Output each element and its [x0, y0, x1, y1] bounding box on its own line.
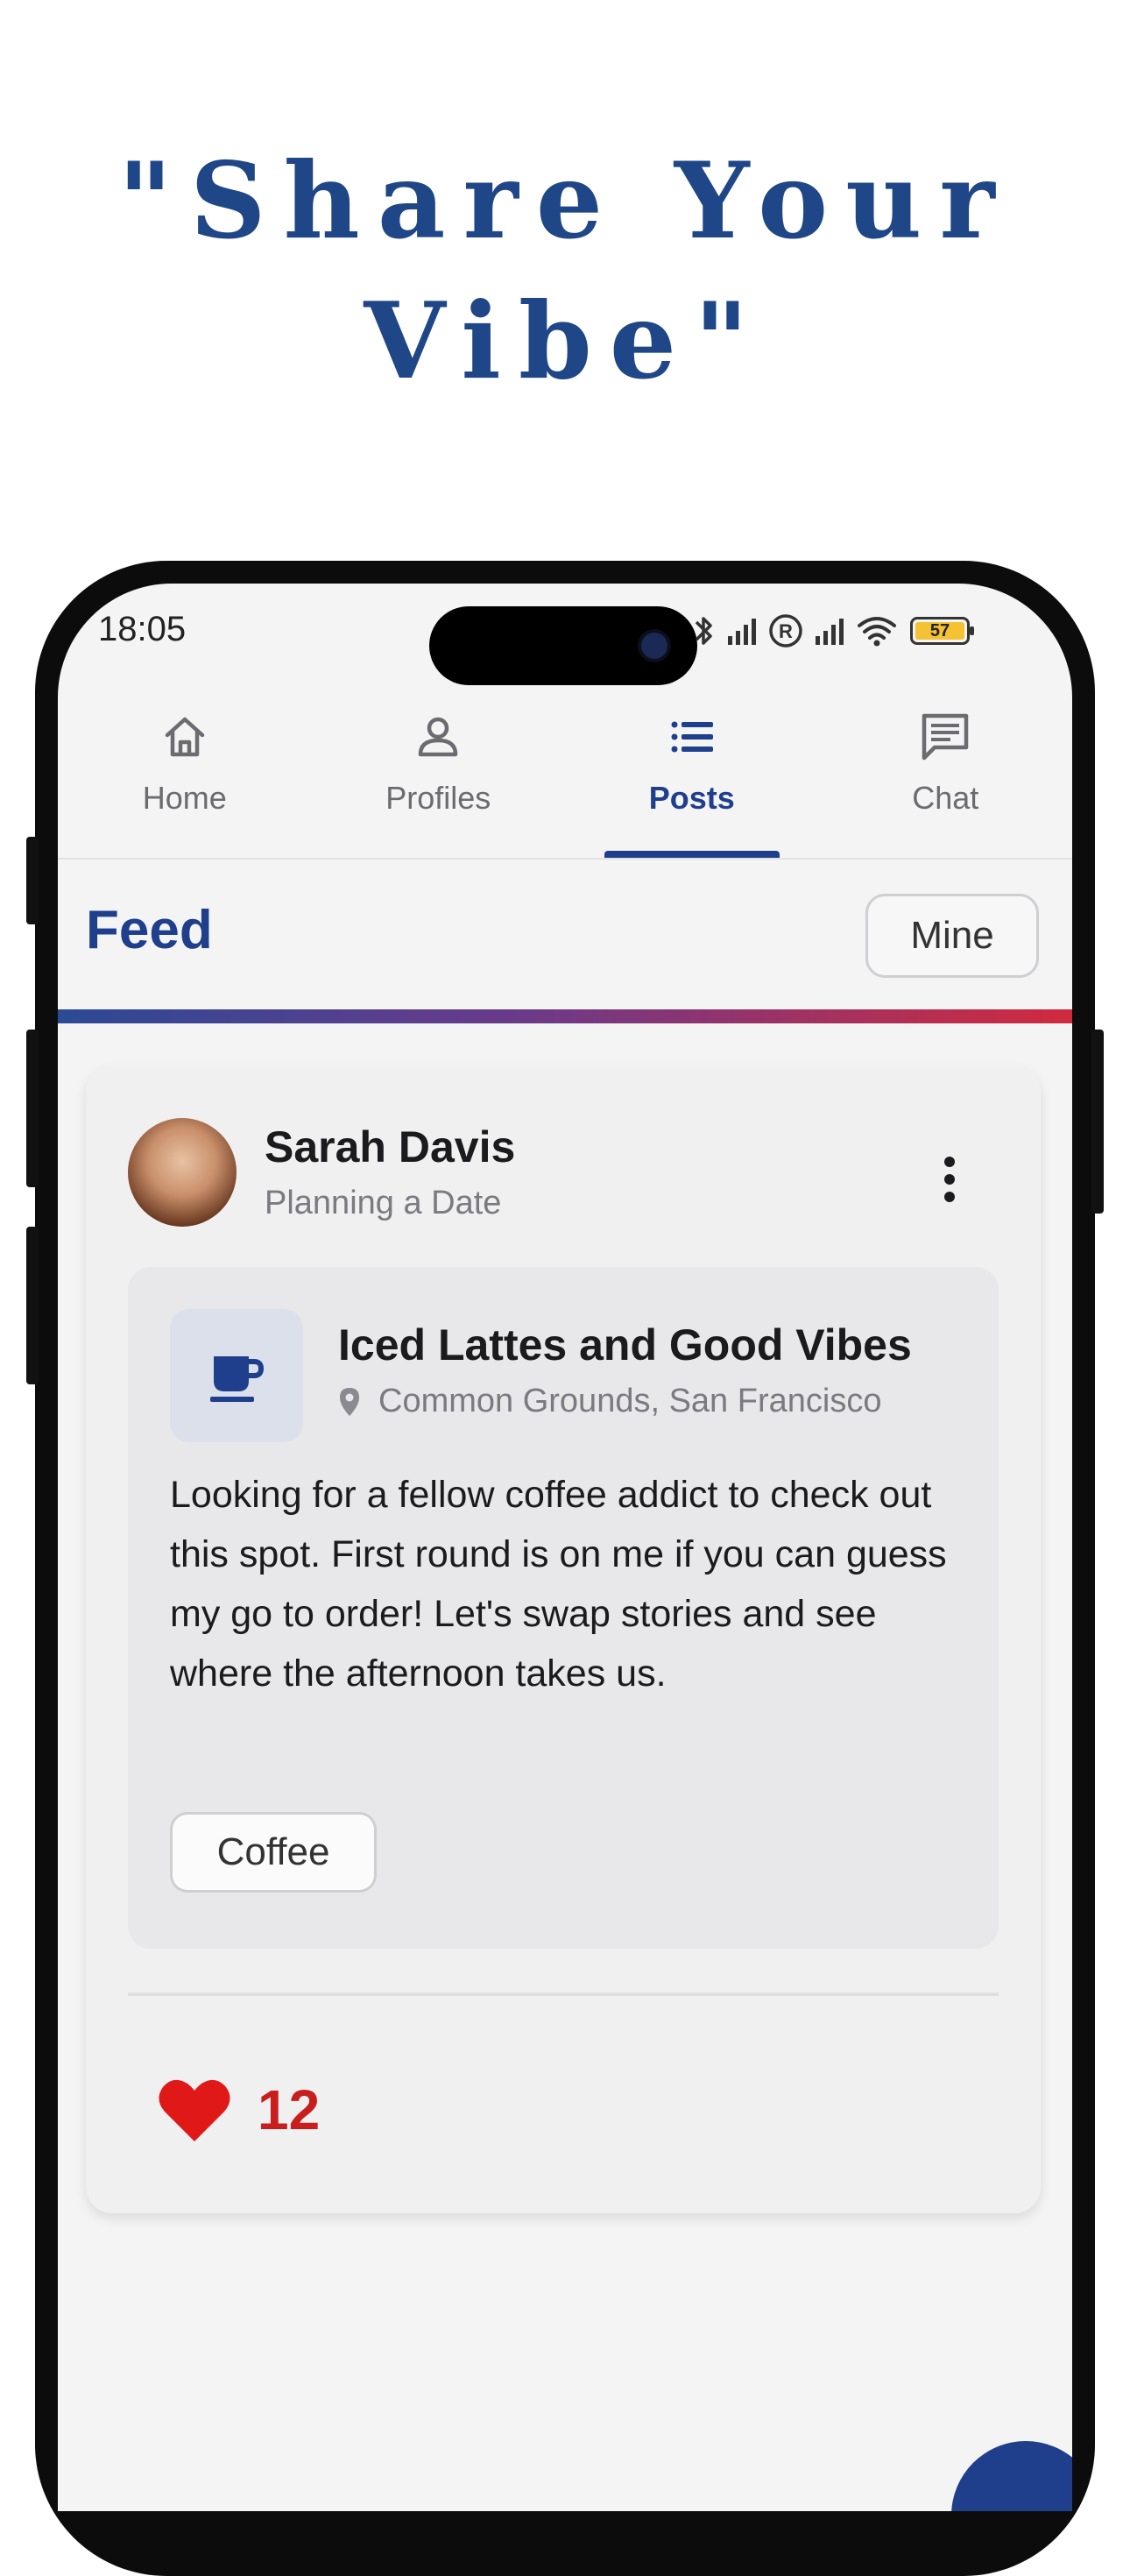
accent-gradient-bar	[58, 1009, 1072, 1023]
like-button[interactable]: 12	[158, 2077, 320, 2143]
tab-posts[interactable]: Posts	[565, 689, 819, 858]
tab-label: Profiles	[385, 780, 491, 816]
bluetooth-icon	[695, 617, 712, 645]
post-category: Planning a Date	[265, 1185, 502, 1221]
venue-icon-tile	[170, 1309, 303, 1442]
mine-filter-button[interactable]: Mine	[865, 894, 1039, 978]
battery-level: 57	[915, 622, 964, 640]
create-post-button[interactable]	[951, 2441, 1072, 2511]
tab-label: Posts	[648, 780, 735, 816]
phone-side-button	[26, 837, 39, 924]
signal-icon	[816, 617, 844, 645]
page-title: Feed	[86, 900, 213, 960]
home-icon	[165, 717, 204, 757]
tab-profiles[interactable]: Profiles	[312, 689, 566, 858]
tab-bar: Home Profiles Posts Chat	[58, 689, 1072, 858]
phone-side-button	[26, 1227, 39, 1384]
status-time: 18:05	[98, 610, 187, 648]
tab-bar-divider	[58, 858, 1072, 860]
coffee-cup-icon	[210, 1356, 265, 1402]
avatar[interactable]	[128, 1118, 237, 1227]
registered-icon: R	[769, 614, 802, 648]
venue-section: Iced Lattes and Good Vibes Common Ground…	[128, 1267, 999, 1949]
location-pin-icon	[340, 1387, 359, 1416]
author-name[interactable]: Sarah Davis	[265, 1122, 515, 1172]
heart-icon	[159, 2079, 230, 2141]
post-card[interactable]: Sarah Davis Planning a Date Iced Lattes …	[86, 1065, 1041, 2213]
more-vertical-icon[interactable]	[932, 1144, 967, 1214]
card-divider	[128, 1992, 999, 1996]
phone-side-button	[26, 1030, 39, 1187]
phone-power-button	[1091, 1030, 1104, 1214]
person-icon	[419, 717, 458, 757]
tab-label: Home	[142, 780, 227, 816]
headline-line-2: Vibe"	[364, 280, 766, 403]
post-body: Looking for a fellow coffee addict to ch…	[170, 1474, 947, 1695]
headline-line-1: "Share Your	[117, 139, 1013, 263]
battery-icon: 57	[910, 617, 974, 645]
venue-title: Iced Lattes and Good Vibes	[338, 1320, 912, 1369]
app-screen: 18:05 R 57 Home Profiles Posts Chat Feed…	[58, 584, 1072, 2511]
svg-text:R: R	[779, 620, 793, 642]
venue-location[interactable]: Common Grounds, San Francisco	[338, 1383, 881, 1420]
tag-chip[interactable]: Coffee	[170, 1812, 377, 1893]
headline: "Share Your Vibe"	[0, 131, 1130, 412]
tab-home[interactable]: Home	[58, 689, 312, 858]
list-icon	[671, 721, 713, 753]
wifi-icon	[858, 617, 896, 647]
tab-chat[interactable]: Chat	[819, 689, 1073, 858]
chat-icon	[922, 713, 969, 761]
dynamic-island	[429, 606, 697, 685]
signal-icon	[728, 617, 756, 645]
tab-label: Chat	[912, 780, 979, 816]
status-icons: R 57	[693, 605, 974, 657]
location-text: Common Grounds, San Francisco	[378, 1383, 882, 1419]
like-count: 12	[258, 2078, 321, 2141]
camera-icon	[638, 629, 671, 662]
